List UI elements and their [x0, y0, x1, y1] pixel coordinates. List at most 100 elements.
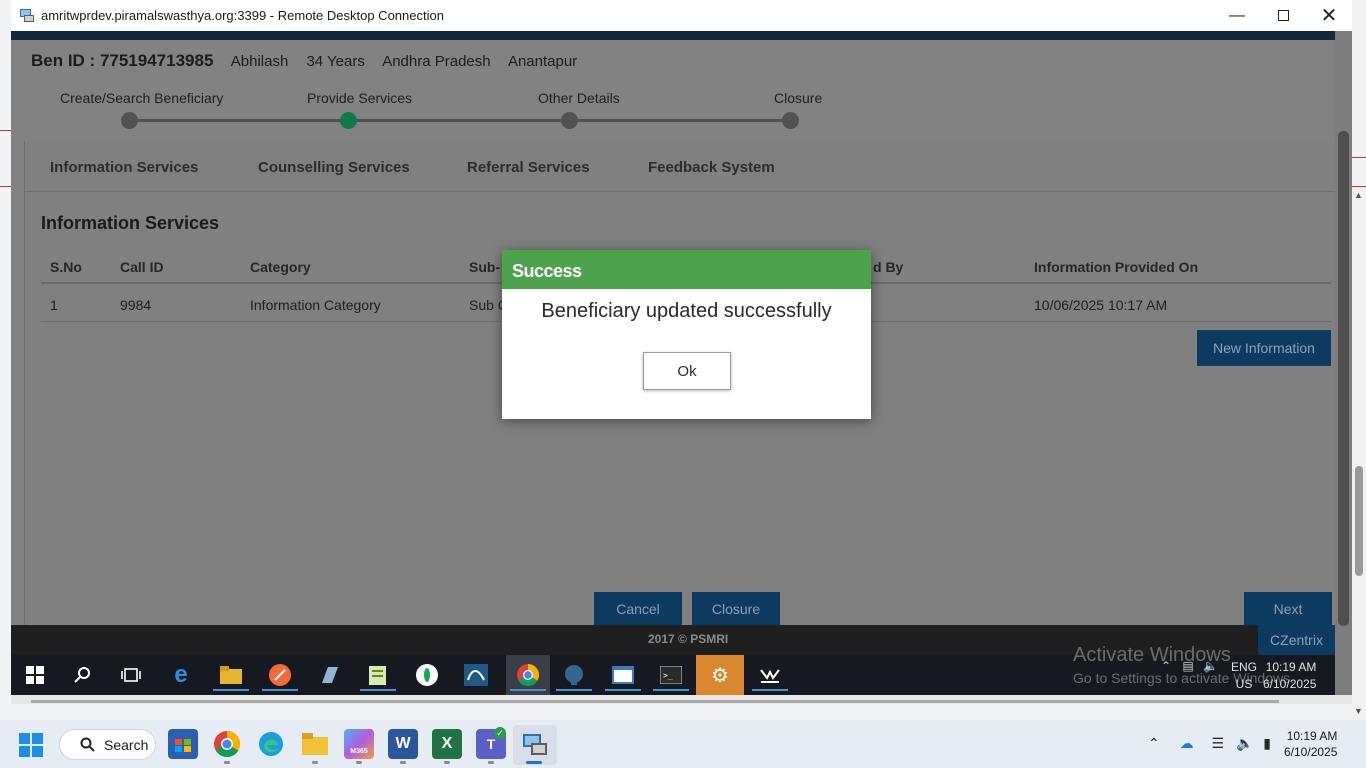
host-system-tray: ⌃ ☁ ☰ 🔈 ▮ — [1148, 735, 1271, 752]
battery-icon[interactable]: ▮ — [1263, 735, 1271, 751]
section-title: Information Services — [41, 213, 220, 233]
file-explorer-icon[interactable] — [216, 662, 246, 688]
step-label: Closure — [774, 90, 823, 106]
network-icon[interactable]: ▤ — [1182, 659, 1193, 673]
volume-icon[interactable]: 🔈 — [1236, 735, 1253, 751]
tab-referral-services[interactable]: Referral Services — [467, 159, 590, 176]
remote-desktop-icon[interactable] — [520, 729, 550, 759]
remote-time: 10:19 AM — [1265, 660, 1317, 674]
step-dot[interactable] — [782, 112, 799, 129]
host-page-scrollbar[interactable] — [1352, 187, 1366, 720]
ben-id: Ben ID : 775194713985 — [31, 51, 214, 70]
windows-start-icon[interactable] — [19, 733, 43, 762]
settings-gear-icon[interactable]: ⚙ — [705, 662, 735, 688]
rdp-title-bar: amritwprdev.piramalswasthya.org:3399 - R… — [11, 0, 1352, 31]
edge-icon[interactable] — [256, 729, 286, 759]
tab-counselling-services[interactable]: Counselling Services — [258, 159, 410, 176]
ben-district: Anantapur — [507, 53, 578, 70]
maximize-button[interactable] — [1260, 0, 1306, 31]
dialog-title: Success — [502, 250, 871, 289]
host-date: 6/10/2025 — [1284, 745, 1338, 759]
minimize-button[interactable]: — — [1214, 0, 1260, 31]
running-indicator — [213, 689, 249, 691]
search-label: Search — [104, 736, 149, 753]
running-indicator — [312, 761, 318, 764]
ok-button[interactable]: Ok — [643, 352, 731, 390]
pgadmin-icon[interactable] — [559, 662, 589, 688]
step-dot-active[interactable] — [340, 112, 357, 129]
mongodb-compass-icon[interactable] — [412, 662, 442, 688]
remote-desktop-icon — [20, 9, 34, 22]
running-indicator — [488, 761, 494, 764]
closure-button[interactable]: Closure — [692, 592, 780, 626]
running-indicator — [400, 761, 406, 764]
volume-icon[interactable]: 🔈 — [1203, 659, 1218, 673]
beneficiary-info-row: Ben ID : 775194713985 Abhilash 34 Years … — [31, 51, 577, 71]
chrome-icon[interactable] — [513, 662, 543, 688]
download-arrow-icon[interactable] — [755, 662, 785, 688]
onedrive-icon[interactable]: ☁ — [1180, 735, 1194, 751]
column-header: Call ID — [120, 259, 164, 275]
cancel-button[interactable]: Cancel — [594, 592, 682, 626]
new-information-button[interactable]: New Information — [1197, 330, 1331, 366]
search-icon[interactable] — [68, 662, 98, 688]
chrome-icon[interactable] — [212, 729, 242, 759]
minimize-icon: — — [1229, 6, 1245, 24]
app-window-icon[interactable] — [608, 662, 638, 688]
remote-page-scrollbar-thumb[interactable] — [1338, 131, 1349, 626]
step-dot[interactable] — [561, 112, 578, 129]
step-label: Provide Services — [307, 90, 413, 106]
internet-explorer-icon[interactable]: e — [166, 661, 196, 688]
dialog-message: Beneficiary updated successfully — [541, 300, 832, 322]
scroll-up-arrow-icon[interactable]: ▲ — [1354, 190, 1363, 200]
step-dot[interactable] — [121, 112, 138, 129]
app-top-bar — [11, 31, 1335, 40]
running-indicator — [605, 689, 641, 691]
microsoft-store-icon[interactable] — [168, 729, 198, 759]
host-time: 10:19 AM — [1286, 729, 1338, 743]
host-clock[interactable]: 10:19 AM 6/10/2025 — [1284, 728, 1337, 760]
remote-language-indicator[interactable]: ENG US — [1231, 659, 1257, 693]
ben-age: 34 Years — [306, 53, 365, 70]
wifi-icon[interactable]: ☰ — [1212, 735, 1225, 751]
tab-information-services[interactable]: Information Services — [50, 159, 198, 176]
lang-code: ENG — [1231, 660, 1258, 674]
tray-chevron-icon[interactable]: ⌃ — [1161, 659, 1171, 673]
ben-name: Abhilash — [230, 53, 289, 70]
tray-chevron-icon[interactable]: ⌃ — [1148, 735, 1160, 751]
svg-text:>_: >_ — [663, 671, 673, 680]
close-window-button[interactable]: ✕ — [1306, 0, 1352, 31]
tab-feedback-system[interactable]: Feedback System — [648, 159, 775, 176]
close-icon: ✕ — [1320, 5, 1338, 27]
window-title: amritwprdev.piramalswasthya.org:3399 - R… — [41, 8, 444, 23]
footer-copyright: 2017 © PSMRI — [648, 632, 729, 646]
running-indicator — [224, 761, 230, 764]
notepad-plus-icon[interactable] — [363, 662, 393, 688]
terminal-icon[interactable]: >_ — [656, 662, 686, 688]
database-tool-icon[interactable] — [314, 662, 344, 688]
excel-icon[interactable]: X — [432, 729, 462, 759]
file-explorer-icon[interactable] — [300, 729, 330, 759]
host-page-scrollbar-thumb[interactable] — [1355, 466, 1363, 576]
taskbar-search-box[interactable]: Search — [59, 729, 156, 760]
windows-start-icon[interactable] — [20, 662, 50, 688]
workflow-stepper: Create/Search Beneficiary Provide Servic… — [11, 87, 1335, 147]
table-cell: 10/06/2025 10:17 AM — [1034, 297, 1168, 313]
host-accent-line — [0, 186, 11, 187]
running-indicator — [653, 689, 689, 691]
rdp-horizontal-scrollbar[interactable] — [31, 700, 1279, 703]
m365-icon[interactable]: M365 — [344, 729, 374, 759]
next-button[interactable]: Next — [1244, 592, 1332, 626]
remote-clock[interactable]: 10:19 AM 6/10/2025 — [1263, 659, 1316, 693]
table-cell: 9984 — [120, 297, 152, 313]
column-header: Category — [250, 259, 311, 275]
task-view-icon[interactable] — [116, 662, 146, 688]
column-header: S.No — [50, 259, 82, 275]
postman-icon[interactable] — [265, 662, 295, 688]
scroll-down-arrow-icon[interactable]: ▼ — [1354, 706, 1363, 716]
stepper-track — [130, 119, 791, 122]
column-header: d By — [873, 259, 904, 275]
word-icon[interactable]: W — [388, 729, 418, 759]
mysql-workbench-icon[interactable] — [461, 662, 491, 688]
column-header: Information Provided On — [1034, 259, 1199, 275]
